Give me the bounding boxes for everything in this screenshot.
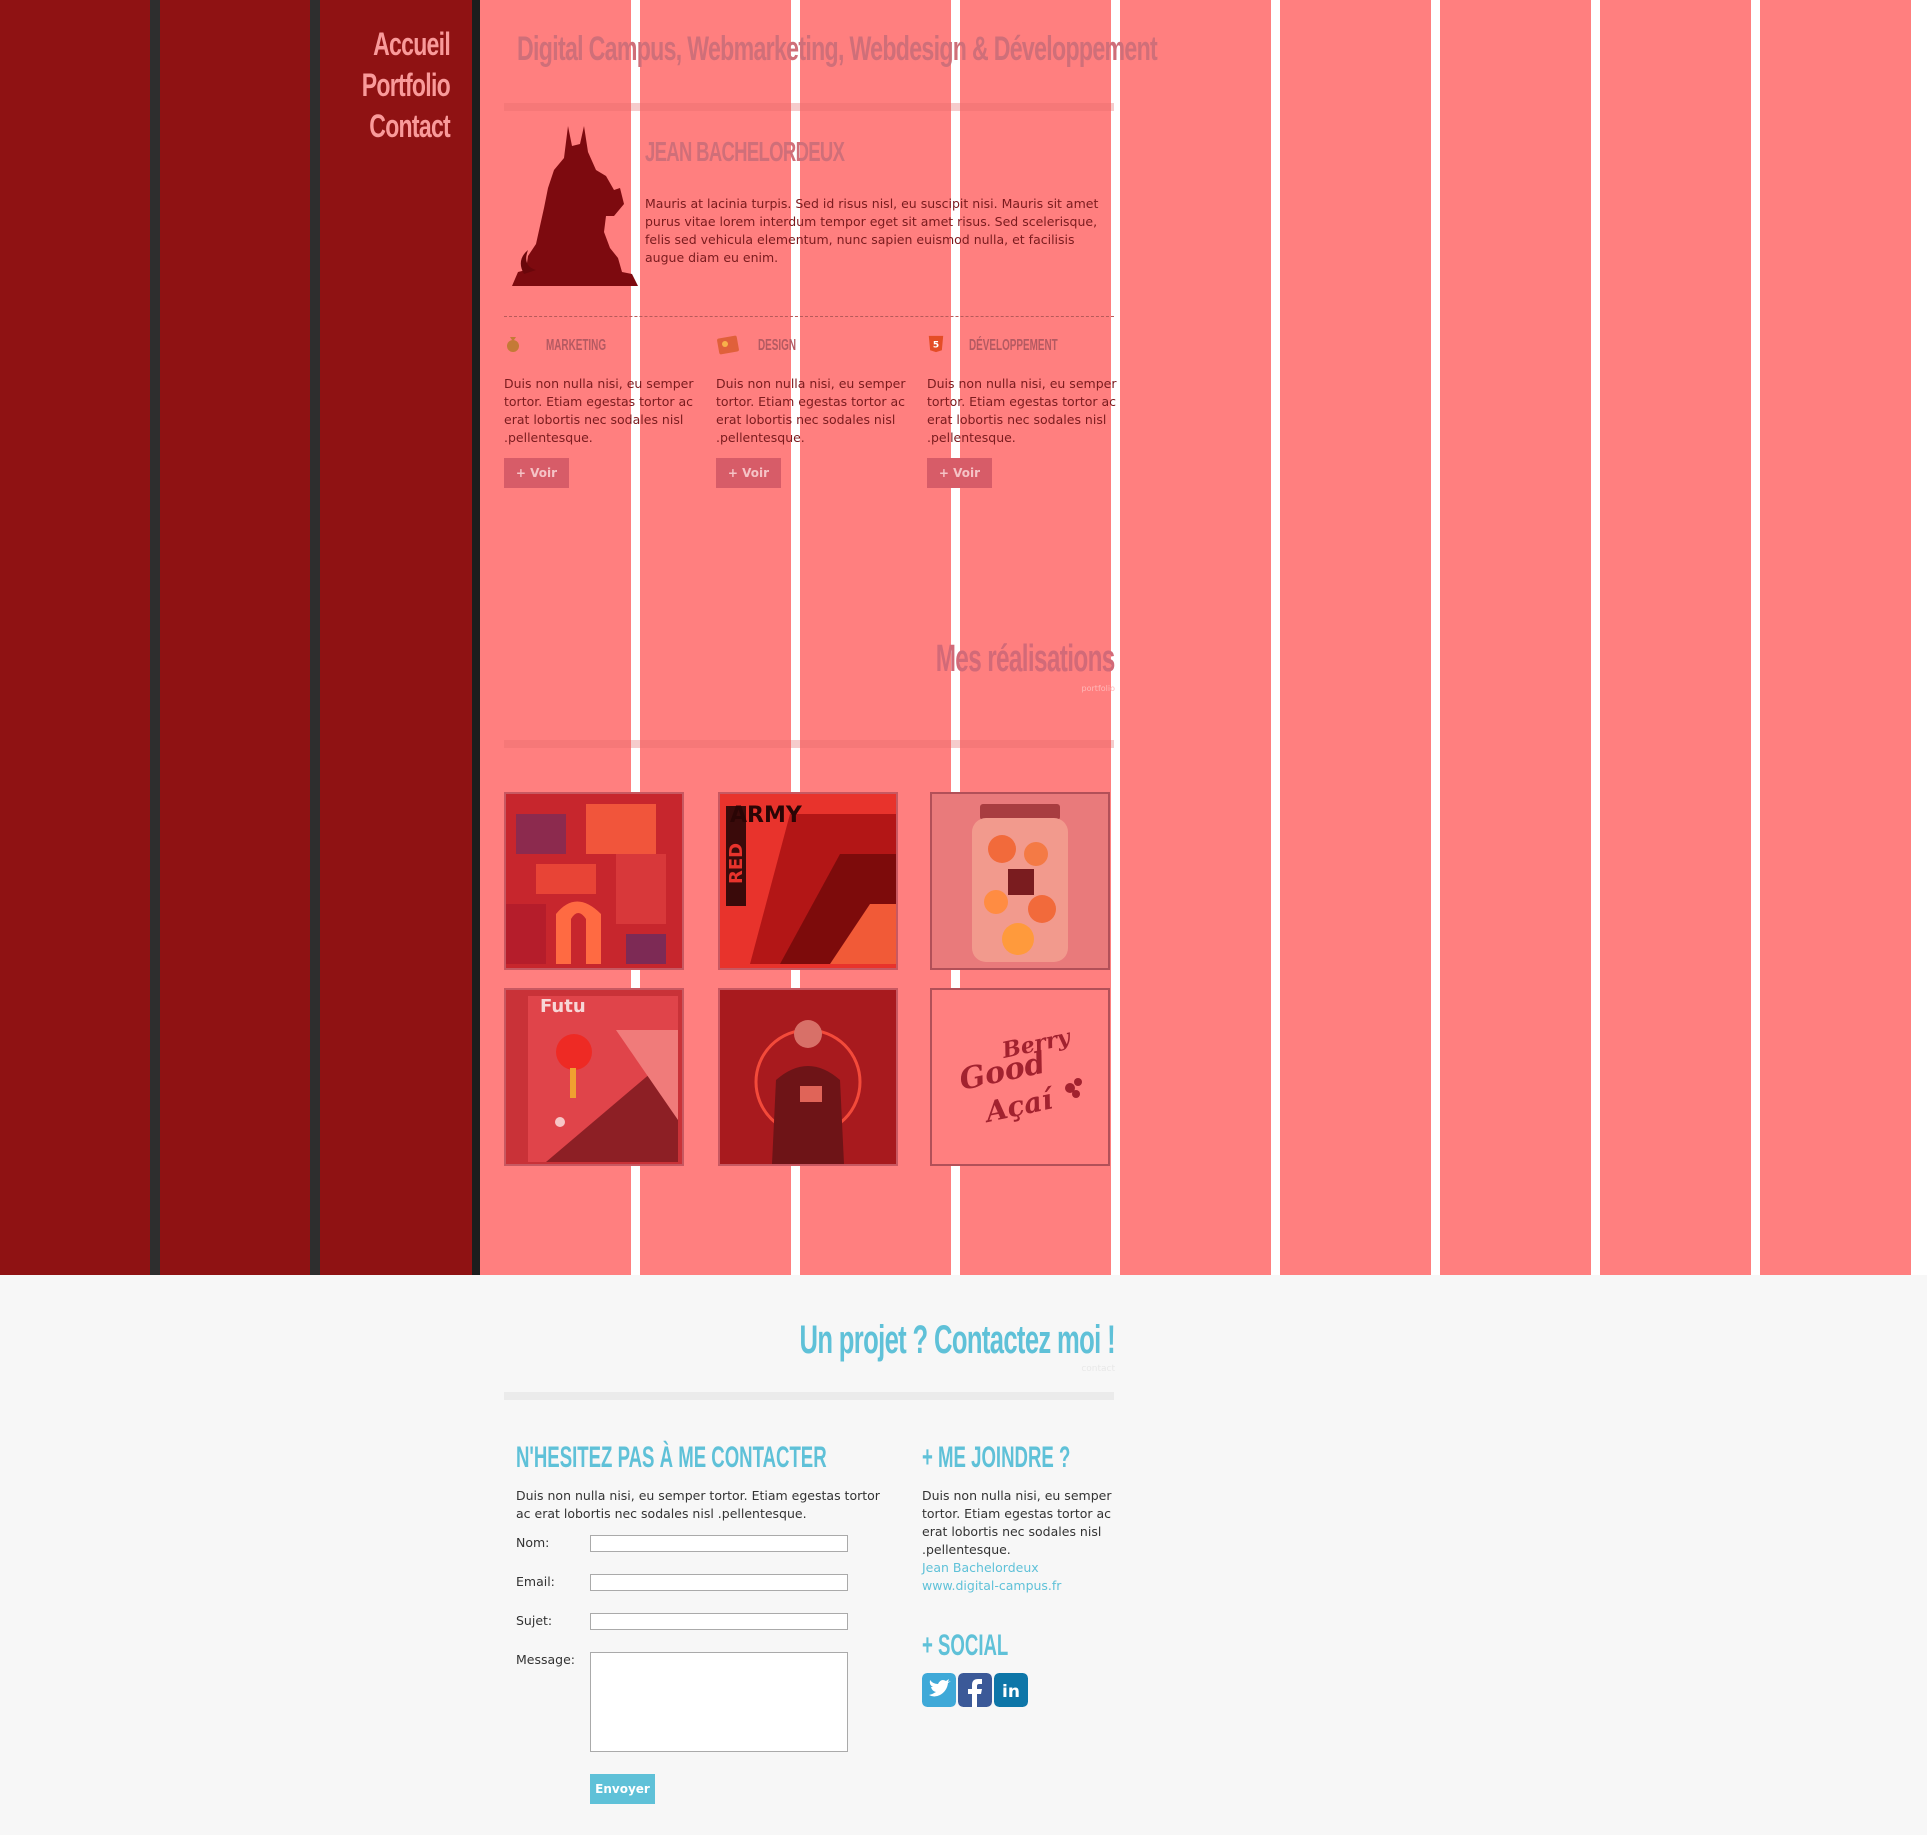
money-bag-icon [507,337,519,352]
sujet-field[interactable] [590,1613,848,1630]
twitter-icon[interactable] [922,1673,956,1707]
site-title: Digital Campus, Webmarketing, Webdesign … [517,30,1158,68]
nav-item-portfolio[interactable]: Portfolio [342,65,451,106]
svg-text:5: 5 [933,341,939,351]
overlay-column [1600,0,1751,1275]
thumb-army-text: ARMY [730,803,803,828]
html5-icon: 5 [928,335,944,353]
service-title: DÉVELOPPEMENT [969,337,1058,354]
submit-button[interactable]: Envoyer [590,1774,655,1804]
overlay-column [1760,0,1911,1275]
form-intro: Duis non nulla nisi, eu semper tortor. E… [516,1488,880,1521]
portfolio-image [932,794,1108,968]
svg-text:in: in [1002,1682,1020,1702]
portfolio-item[interactable]: Berry Good Açaí [930,988,1110,1166]
service-text: Duis non nulla nisi, eu semper tortor. E… [716,376,906,445]
email-field[interactable] [590,1574,848,1591]
contact-divider [504,1392,1114,1400]
portfolio-image: ARMY RED [720,794,896,968]
service-more-button[interactable]: + Voir [716,458,781,488]
overlay-column [1440,0,1591,1275]
main-nav: Accueil Portfolio Contact [300,24,451,147]
email-label: Email: [516,1574,555,1589]
join-site-link[interactable]: www.digital-campus.fr [922,1577,1112,1595]
linkedin-icon[interactable]: in [994,1673,1028,1707]
overlay-column [1120,0,1271,1275]
portfolio-subtitle: portfolio [1081,684,1115,693]
profile-name: JEAN BACHELORDEUX [645,136,845,167]
service-text: Duis non nulla nisi, eu semper tortor. E… [927,376,1117,445]
contact-subtitle: contact [1081,1364,1115,1374]
message-label: Message: [516,1652,575,1667]
portfolio-item[interactable] [504,792,684,970]
portfolio-item[interactable]: Futu [504,988,684,1166]
join-title: + ME JOINDRE ? [922,1441,1071,1474]
contact-title: Un projet ? Contactez moi ! [799,1318,1115,1362]
page-top: Accueil Portfolio Contact Digital Campus… [0,0,1927,1275]
service-more-button[interactable]: + Voir [504,458,569,488]
sidebar-stripe [150,0,160,1275]
profile-description: Mauris at lacinia turpis. Sed id risus n… [645,196,1099,265]
profile-divider [504,316,1114,317]
nav-item-accueil[interactable]: Accueil [342,24,451,65]
portfolio-divider [504,740,1114,748]
overlay-column [1280,0,1431,1275]
join-description: Duis non nulla nisi, eu semper tortor. E… [922,1488,1112,1557]
portfolio-item[interactable] [930,792,1110,970]
service-title: MARKETING [546,337,607,354]
palette-icon [717,335,739,355]
portfolio-image [720,990,896,1164]
nom-field[interactable] [590,1535,848,1552]
social-title: + SOCIAL [922,1629,1009,1662]
nav-item-contact[interactable]: Contact [342,106,450,147]
portfolio-item[interactable] [718,988,898,1166]
message-field[interactable] [590,1652,848,1752]
sidebar-edge [472,0,480,1275]
service-more-button[interactable]: + Voir [927,458,992,488]
thumb-futu-text: Futu [540,996,586,1017]
header-divider [504,103,1114,111]
portfolio-image: Futu [506,990,682,1164]
nom-label: Nom: [516,1535,550,1550]
service-title: DESIGN [758,337,797,354]
sidebar-stripe [310,0,320,1275]
form-title: N'HESITEZ PAS À ME CONTACTER [516,1441,827,1474]
service-text: Duis non nulla nisi, eu semper tortor. E… [504,376,694,445]
portfolio-title: Mes réalisations [936,638,1116,680]
facebook-icon[interactable] [958,1673,992,1707]
profile-silhouette [512,126,638,286]
portfolio-image [506,794,682,968]
join-text: Duis non nulla nisi, eu semper tortor. E… [922,1487,1112,1595]
thumb-red-text: RED [726,843,747,884]
sidebar [0,0,474,1275]
portfolio-image: Berry Good Açaí [932,990,1108,1164]
portfolio-item[interactable]: ARMY RED [718,792,898,970]
sujet-label: Sujet: [516,1613,553,1628]
join-name-link[interactable]: Jean Bachelordeux [922,1559,1112,1577]
